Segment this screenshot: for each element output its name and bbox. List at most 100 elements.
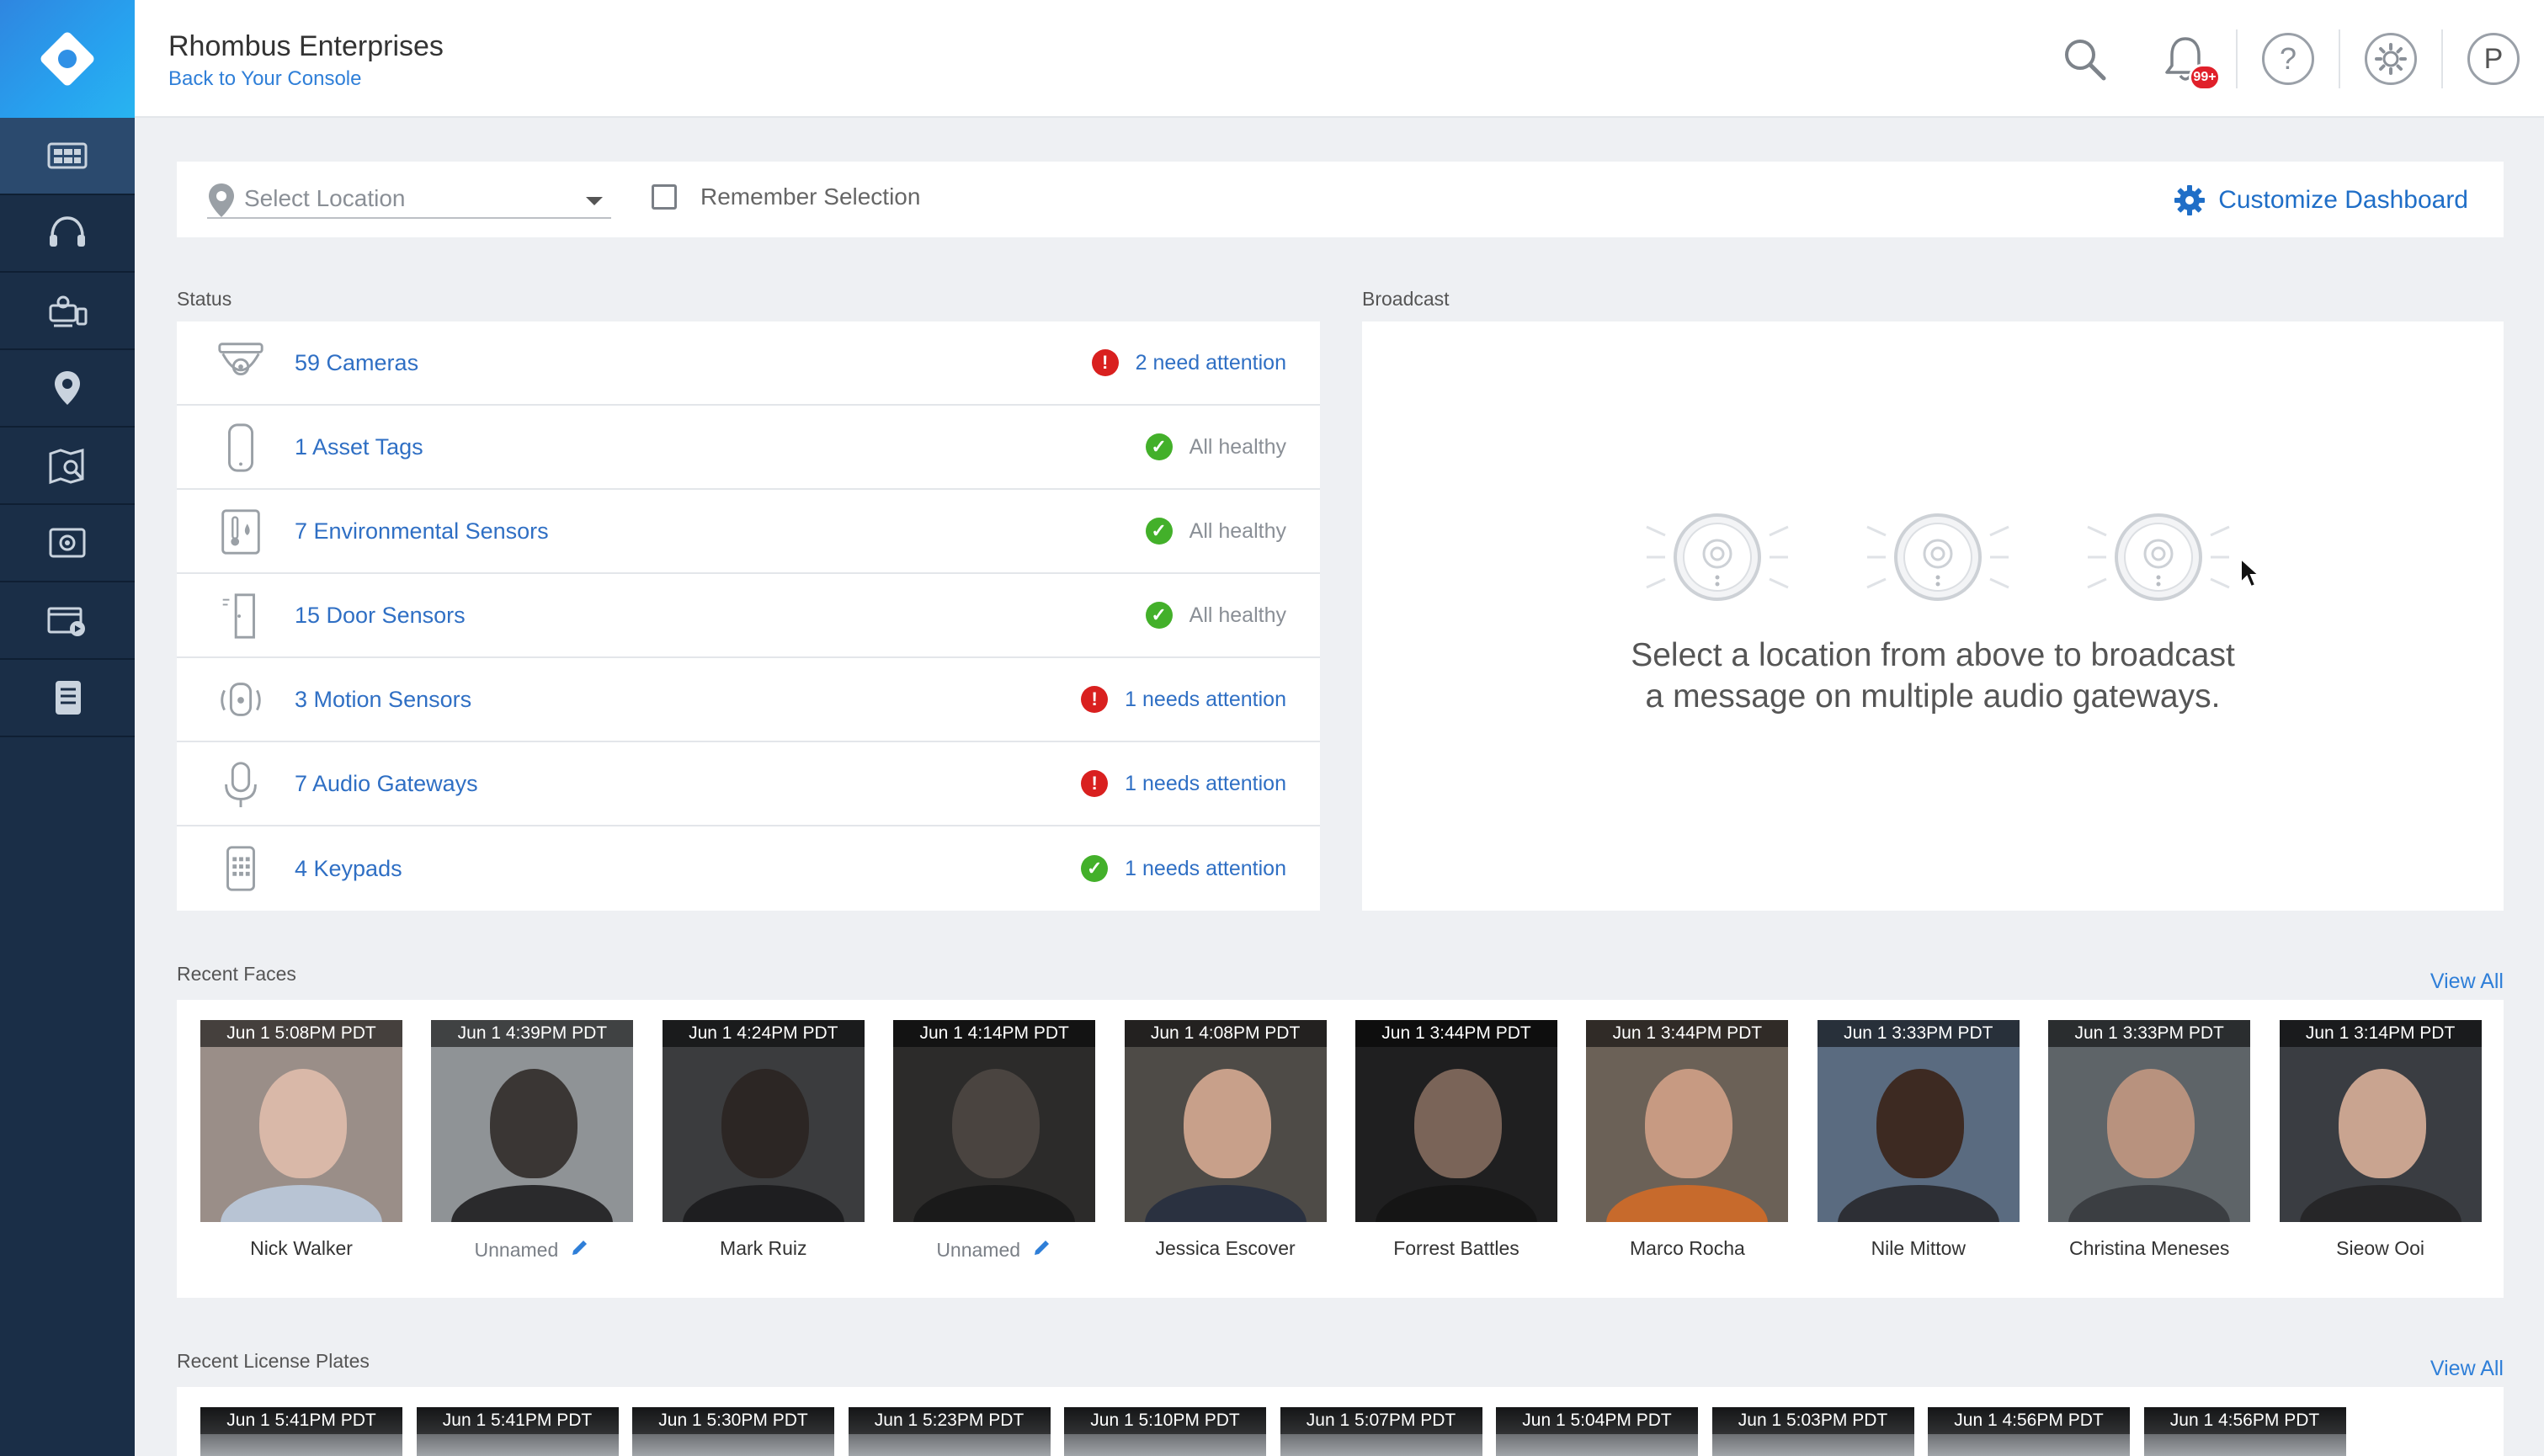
face-head <box>2338 1069 2426 1178</box>
remember-selection-checkbox[interactable] <box>652 184 677 210</box>
face-thumbnail[interactable]: Jun 1 3:33PM PDT <box>1817 1020 2020 1222</box>
face-card[interactable]: Jun 1 3:44PM PDT Forrest Battles <box>1355 1020 1557 1260</box>
face-name: Unnamed <box>474 1238 559 1261</box>
face-card[interactable]: Jun 1 4:14PM PDT Unnamed <box>893 1020 1096 1262</box>
plate-timestamp: Jun 1 4:56PM PDT <box>1928 1407 2130 1434</box>
status-summary[interactable]: 1 needs attention <box>1125 772 1286 796</box>
search-button[interactable] <box>2034 0 2135 118</box>
remember-selection[interactable]: Remember Selection <box>652 183 920 210</box>
plate-thumbnail[interactable]: Jun 1 4:56PM PDT <box>1928 1407 2130 1456</box>
face-shoulders <box>221 1185 382 1222</box>
plate-thumbnail[interactable]: Jun 1 5:10PM PDT <box>1064 1407 1266 1456</box>
plate-thumbnail[interactable]: Jun 1 5:04PM PDT <box>1496 1407 1698 1456</box>
face-thumbnail[interactable]: Jun 1 5:08PM PDT <box>200 1020 402 1222</box>
face-name: Christina Meneses <box>2068 1237 2230 1259</box>
plate-thumbnail[interactable]: Jun 1 5:07PM PDT <box>1280 1407 1482 1456</box>
face-thumbnail[interactable]: Jun 1 4:24PM PDT <box>662 1020 865 1222</box>
face-thumbnail[interactable]: Jun 1 4:39PM PDT <box>431 1020 634 1222</box>
status-link-asset-tags[interactable]: 1 Asset Tags <box>295 434 423 460</box>
status-indicator: ! 2 need attention <box>1091 349 1286 376</box>
face-card[interactable]: Jun 1 3:14PM PDT Sieow Ooi <box>2279 1020 2482 1260</box>
avatar: P <box>2467 33 2520 85</box>
face-head <box>2107 1069 2195 1178</box>
status-link-keypads[interactable]: 4 Keypads <box>295 856 402 882</box>
plates-view-all-link[interactable]: View All <box>2430 1357 2504 1381</box>
notifications-button[interactable]: 99+ <box>2135 0 2236 118</box>
face-head <box>259 1069 347 1178</box>
face-card[interactable]: Jun 1 4:24PM PDT Mark Ruiz <box>662 1020 865 1260</box>
faces-view-all-link[interactable]: View All <box>2430 970 2504 994</box>
plate-thumbnail[interactable]: Jun 1 5:41PM PDT <box>200 1407 402 1456</box>
face-thumbnail[interactable]: Jun 1 3:44PM PDT <box>1586 1020 1789 1222</box>
face-card[interactable]: Jun 1 4:08PM PDT Jessica Escover <box>1124 1020 1327 1260</box>
face-shoulders <box>2299 1185 2462 1222</box>
rhombus-logo[interactable] <box>0 0 135 118</box>
face-thumbnail[interactable]: Jun 1 4:14PM PDT <box>893 1020 1096 1222</box>
pencil-icon[interactable] <box>570 1237 590 1262</box>
face-name-row: Mark Ruiz <box>663 1237 865 1260</box>
map-search-icon <box>49 449 84 485</box>
sidebar-item-map-search[interactable] <box>0 428 135 505</box>
face-thumbnail[interactable]: Jun 1 4:08PM PDT <box>1124 1020 1327 1222</box>
notification-badge: 99+ <box>2189 64 2221 91</box>
face-thumbnail[interactable]: Jun 1 3:44PM PDT <box>1355 1020 1557 1222</box>
face-name: Nile Mittow <box>1871 1237 1967 1259</box>
customize-dashboard-button[interactable]: Customize Dashboard <box>2173 183 2468 217</box>
asset-tag-icon <box>214 422 268 473</box>
face-card[interactable]: Jun 1 5:08PM PDT Nick Walker <box>200 1020 402 1260</box>
plate-timestamp: Jun 1 4:56PM PDT <box>2143 1407 2346 1434</box>
location-pin-icon <box>209 183 234 217</box>
help-button[interactable]: ? <box>2238 0 2339 118</box>
sidebar <box>0 0 135 1456</box>
face-timestamp: Jun 1 4:24PM PDT <box>662 1020 865 1047</box>
plate-timestamp: Jun 1 5:07PM PDT <box>1280 1407 1482 1434</box>
face-card[interactable]: Jun 1 3:33PM PDT Christina Meneses <box>2048 1020 2251 1260</box>
face-shoulders <box>1837 1185 1999 1222</box>
sidebar-item-devices[interactable] <box>0 273 135 350</box>
sidebar-item-dashboard[interactable] <box>0 118 135 195</box>
sidebar-item-video-clips[interactable] <box>0 582 135 660</box>
reports-icon <box>56 681 81 715</box>
face-name: Marco Rocha <box>1630 1237 1745 1259</box>
plate-thumbnail[interactable]: Jun 1 5:03PM PDT <box>1711 1407 1914 1456</box>
chevron-down-icon <box>586 197 603 205</box>
status-link-door-sensors[interactable]: 15 Door Sensors <box>295 603 466 629</box>
plate-thumbnail[interactable]: Jun 1 4:56PM PDT <box>2143 1407 2346 1456</box>
back-to-console-link[interactable]: Back to Your Console <box>168 67 362 91</box>
plate-timestamp: Jun 1 5:41PM PDT <box>200 1407 402 1434</box>
gear-icon <box>2174 185 2206 215</box>
status-link-motion-sensors[interactable]: 3 Motion Sensors <box>295 687 471 713</box>
broadcast-message-line2: a message on multiple audio gateways. <box>1645 678 2221 715</box>
status-link-environmental-sensors[interactable]: 7 Environmental Sensors <box>295 518 549 545</box>
status-summary[interactable]: 1 needs attention <box>1125 857 1286 881</box>
sidebar-item-location-pin[interactable] <box>0 350 135 428</box>
status-row-door-sensors: 15 Door Sensors ✓ All healthy <box>177 574 1320 658</box>
status-summary[interactable]: 2 need attention <box>1136 351 1286 375</box>
location-select-placeholder: Select Location <box>244 185 406 211</box>
face-thumbnail[interactable]: Jun 1 3:14PM PDT <box>2279 1020 2482 1222</box>
face-card[interactable]: Jun 1 3:33PM PDT Nile Mittow <box>1817 1020 2020 1260</box>
face-timestamp: Jun 1 4:08PM PDT <box>1124 1020 1327 1047</box>
plate-thumbnail[interactable]: Jun 1 5:30PM PDT <box>632 1407 834 1456</box>
face-card[interactable]: Jun 1 4:39PM PDT Unnamed <box>431 1020 634 1262</box>
face-shoulders <box>1376 1185 1537 1222</box>
pencil-icon[interactable] <box>1032 1237 1052 1262</box>
status-link-audio-gateways[interactable]: 7 Audio Gateways <box>295 771 478 797</box>
plate-thumbnail[interactable]: Jun 1 5:41PM PDT <box>416 1407 619 1456</box>
status-row-asset-tags: 1 Asset Tags ✓ All healthy <box>177 406 1320 490</box>
user-menu-button[interactable]: P <box>2443 0 2544 118</box>
location-select[interactable]: Select Location <box>207 177 611 219</box>
plate-thumbnail[interactable]: Jun 1 5:23PM PDT <box>848 1407 1051 1456</box>
status-summary[interactable]: 1 needs attention <box>1125 688 1286 712</box>
sidebar-item-headset[interactable] <box>0 195 135 273</box>
audio-gateway-icon <box>1640 507 1795 612</box>
sidebar-item-camera-view[interactable] <box>0 505 135 582</box>
broadcast-section-label: Broadcast <box>1362 288 1450 310</box>
face-thumbnail[interactable]: Jun 1 3:33PM PDT <box>2048 1020 2251 1222</box>
sidebar-item-reports[interactable] <box>0 660 135 737</box>
face-name-row: Sieow Ooi <box>2280 1237 2482 1260</box>
recent-plates-card: Jun 1 5:41PM PDT Jun 1 5:41PM PDT Jun 1 5:… <box>177 1387 2504 1456</box>
settings-button[interactable] <box>2340 0 2441 118</box>
status-link-cameras[interactable]: 59 Cameras <box>295 350 418 376</box>
face-card[interactable]: Jun 1 3:44PM PDT Marco Rocha <box>1586 1020 1789 1260</box>
